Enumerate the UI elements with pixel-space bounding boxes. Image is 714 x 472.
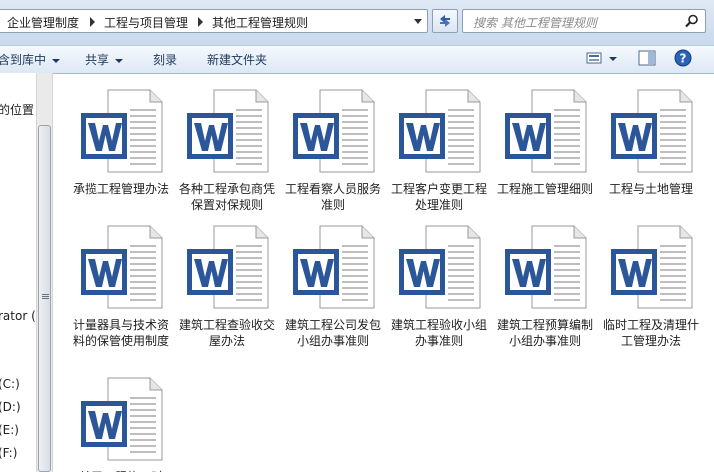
word-document-icon (399, 225, 481, 309)
breadcrumb-item-1[interactable]: 企业管理制度 (7, 14, 79, 31)
file-name: 计量器具与技术资料的保管使用制度 (72, 318, 169, 348)
scrollbar-thumb[interactable] (38, 125, 51, 472)
nav-item-drive-d[interactable]: (D:) (0, 400, 21, 414)
include-in-library-button[interactable]: 含到库中 (0, 51, 61, 68)
nav-item-locations[interactable]: 的位置 (0, 101, 34, 118)
file-name: 工程客户变更工程处理准则 (390, 182, 487, 212)
search-icon[interactable] (685, 14, 699, 28)
nav-item-user[interactable]: rator (l (0, 309, 36, 323)
breadcrumb-item-2[interactable]: 工程与项目管理 (104, 14, 188, 31)
search-box[interactable]: 搜索 其他工程管理规则 (462, 9, 706, 33)
file-name: 临时工程及清理什工管理办法 (602, 318, 699, 348)
file-item[interactable]: 工程看察人员服务准则 (283, 88, 383, 213)
navigation-pane: 的位置 rator (l (C:) (D:) (E:) (F:) (0, 73, 36, 472)
word-document-icon (293, 225, 375, 309)
file-name: 建筑工程验收小组办事准则 (390, 318, 487, 348)
nav-item-drive-c[interactable]: (C:) (0, 377, 20, 391)
share-label: 共享 (85, 53, 110, 67)
word-document-icon (81, 225, 163, 309)
grip-line (42, 294, 49, 295)
view-options-icon (586, 52, 617, 64)
refresh-icon (440, 15, 450, 27)
file-name: 工程施工管理细则 (496, 182, 593, 196)
file-item[interactable]: 工程施工管理细则 (495, 88, 595, 197)
chevron-down-icon (52, 58, 61, 63)
share-button[interactable]: 共享 (85, 51, 124, 68)
grip-line (42, 296, 49, 297)
file-name: 建筑工程查验收交屋办法 (178, 318, 275, 348)
word-document-icon (611, 89, 693, 173)
help-button[interactable]: ? (674, 49, 692, 70)
file-name: 工程看察人员服务准则 (284, 182, 381, 212)
grip-line (42, 298, 49, 299)
file-name: 工程与土地管理 (608, 182, 693, 196)
file-item[interactable]: 建筑工程查验收交屋办法 (177, 224, 277, 349)
breadcrumb-arrow-icon[interactable] (90, 17, 95, 27)
file-name: 建筑工程预算编制小组办事准则 (496, 318, 593, 348)
file-name: 建筑工程公司发包小组办事准则 (284, 318, 381, 348)
word-document-icon (187, 89, 269, 173)
file-name: 各种工程承包商凭保置对保规则 (178, 182, 275, 212)
word-document-icon (399, 89, 481, 173)
command-bar: 含到库中 共享 刻录 新建文件夹 ? (0, 45, 714, 74)
help-icon: ? (674, 49, 692, 67)
search-input[interactable]: 搜索 其他工程管理规则 (473, 14, 597, 31)
breadcrumb-arrow-icon[interactable] (198, 17, 203, 27)
word-document-icon (505, 225, 587, 309)
word-document-icon (187, 225, 269, 309)
address-bar[interactable]: 企业管理制度 工程与项目管理 其他工程管理规则 (0, 9, 428, 33)
breadcrumb-item-3[interactable]: 其他工程管理规则 (212, 14, 308, 31)
include-in-library-label: 含到库中 (0, 53, 47, 67)
change-view-button[interactable] (586, 49, 620, 70)
file-item[interactable]: 临时工程及清理什工管理办法 (601, 224, 701, 349)
file-item[interactable]: 建筑工程公司发包小组办事准则 (283, 224, 383, 349)
file-item[interactable]: 工程客户变更工程处理准则 (389, 88, 489, 213)
word-document-icon (611, 225, 693, 309)
address-row: 企业管理制度 工程与项目管理 其他工程管理规则 搜索 其他工程管理规则 (0, 0, 714, 45)
word-document-icon (293, 89, 375, 173)
navigation-scrollbar[interactable] (36, 73, 53, 472)
file-grid: 承揽工程管理办法 各种工程承包商凭保置对保规则 工程看察人员服务准则 工程客户变更工程… (54, 73, 714, 472)
new-folder-button[interactable]: 新建文件夹 (207, 51, 267, 68)
file-item[interactable]: 各种工程承包商凭保置对保规则 (177, 88, 277, 213)
file-name: 承揽工程管理办法 (72, 182, 169, 196)
nav-item-drive-f[interactable]: (F:) (0, 446, 17, 460)
file-item[interactable]: 建筑工程验收小组办事准则 (389, 224, 489, 349)
word-document-icon (505, 89, 587, 173)
nav-item-drive-e[interactable]: (E:) (0, 423, 19, 437)
refresh-button[interactable] (432, 9, 458, 33)
address-history-dropdown[interactable] (409, 10, 427, 32)
word-document-icon (81, 377, 163, 461)
word-document-icon (81, 89, 163, 173)
preview-pane-icon (638, 50, 656, 66)
chevron-down-icon (115, 58, 124, 63)
file-item[interactable]: 承揽工程管理办法 (71, 88, 171, 197)
file-item[interactable]: 工程与土地管理 (601, 88, 701, 197)
file-item[interactable]: 关于工程施工时 (71, 376, 171, 472)
preview-pane-button[interactable] (638, 49, 656, 70)
file-item[interactable]: 建筑工程预算编制小组办事准则 (495, 224, 595, 349)
file-item[interactable]: 计量器具与技术资料的保管使用制度 (71, 224, 171, 349)
burn-button[interactable]: 刻录 (153, 51, 177, 68)
svg-text:?: ? (680, 52, 687, 66)
